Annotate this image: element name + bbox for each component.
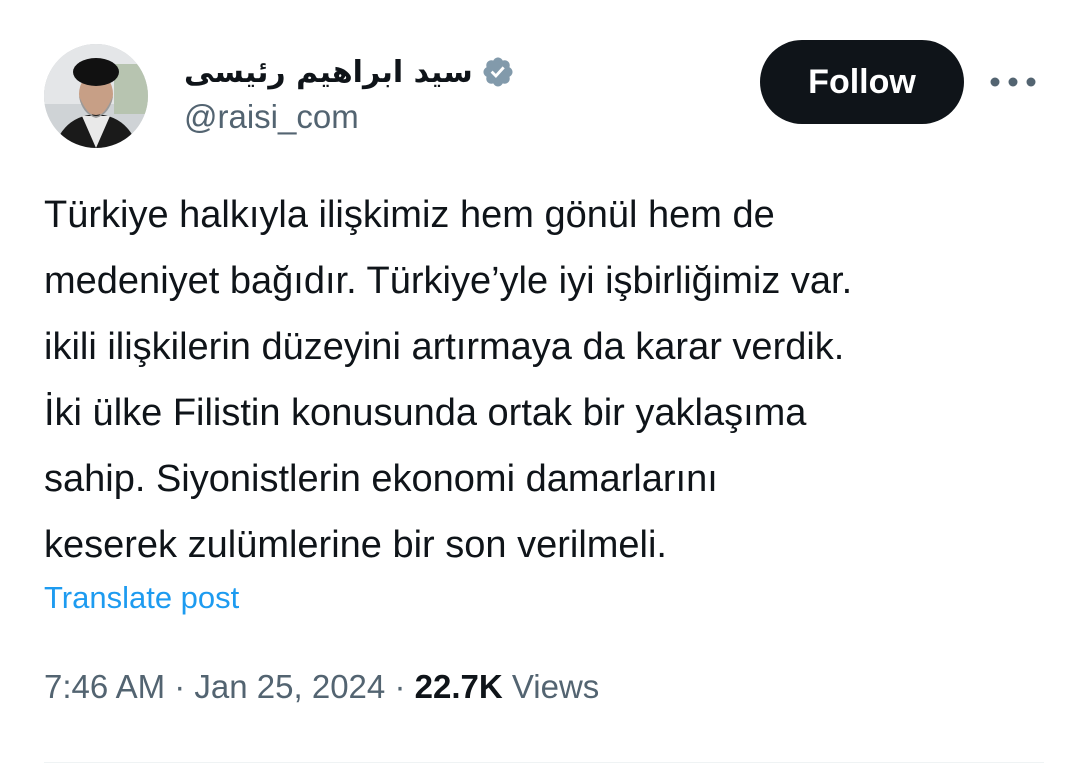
post-text-line: keserek zulümlerine bir son verilmeli. — [44, 524, 667, 566]
meta-separator: · — [174, 668, 186, 705]
post-text-line: medeniyet bağıdır. Türkiye’yle iyi işbir… — [44, 260, 853, 302]
avatar-image — [44, 44, 148, 148]
post-time[interactable]: 7:46 AM — [44, 668, 165, 705]
name-row: سيد ابراهيم رئیسی — [184, 50, 515, 94]
post-metadata: 7:46 AM · Jan 25, 2024 · 22.7K Views — [44, 668, 599, 706]
user-handle[interactable]: @raisi_com — [184, 98, 359, 136]
tweet-header: سيد ابراهيم رئیسی @raisi_com Follow — [44, 40, 1044, 150]
follow-button[interactable]: Follow — [760, 40, 964, 124]
divider — [44, 762, 1044, 763]
post-text-line: ikili ilişkilerin düzeyini artırmaya da … — [44, 326, 845, 368]
meta-separator: · — [394, 668, 406, 705]
views-count[interactable]: 22.7K — [415, 668, 503, 705]
post-date[interactable]: Jan 25, 2024 — [194, 668, 385, 705]
post-text-line: sahip. Siyonistlerin ekonomi damarlarını — [44, 458, 718, 500]
tweet: سيد ابراهيم رئیسی @raisi_com Follow Türk… — [0, 0, 1080, 766]
display-name[interactable]: سيد ابراهيم رئیسی — [184, 55, 473, 90]
translate-post-link[interactable]: Translate post — [44, 580, 239, 616]
verified-badge-icon — [481, 55, 515, 89]
post-text-line: İki ülke Filistin konusunda ortak bir ya… — [44, 392, 807, 434]
more-options-button[interactable] — [989, 62, 1037, 102]
avatar[interactable] — [44, 44, 148, 148]
post-text: Türkiye halkıyla ilişkimiz hem gönül hem… — [44, 182, 1044, 578]
post-text-line: Türkiye halkıyla ilişkimiz hem gönül hem… — [44, 194, 775, 236]
views-label: Views — [511, 668, 600, 705]
more-horizontal-icon — [990, 77, 1036, 87]
